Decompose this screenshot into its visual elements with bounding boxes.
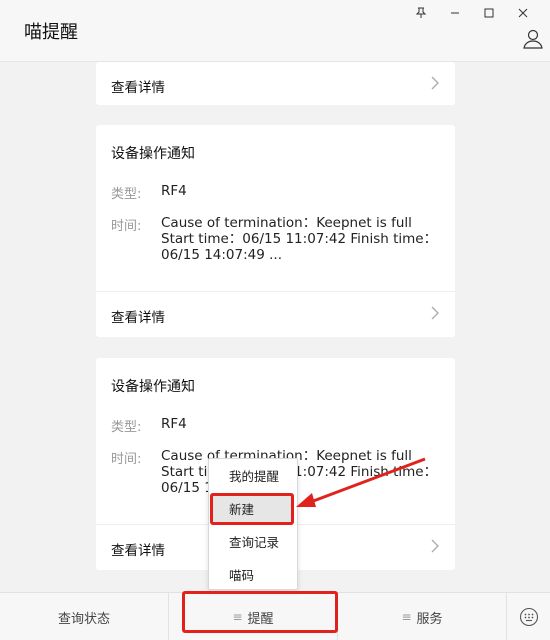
chevron-right-icon	[431, 76, 439, 90]
nav-query-status[interactable]: 查询状态	[0, 593, 168, 640]
view-details-link[interactable]: 查看详情	[96, 292, 455, 336]
pin-icon[interactable]	[404, 4, 438, 22]
bottom-nav: 查询状态 ≡ 提醒 ≡ 服务	[0, 592, 550, 640]
type-label: 类型:	[111, 420, 142, 435]
time-line: Cause of termination：Keepnet is full	[161, 215, 412, 231]
user-icon[interactable]	[522, 28, 544, 50]
time-value: Cause of termination：Keepnet is full Sta…	[161, 215, 451, 263]
keyboard-icon	[519, 607, 538, 627]
nav-remind-label: 提醒	[247, 611, 274, 627]
view-details-label: 查看详情	[111, 543, 165, 559]
card-title: 设备操作通知	[111, 146, 195, 162]
keyboard-toggle-button[interactable]	[507, 593, 550, 640]
time-line: 06/15 14:07:49 ...	[161, 247, 282, 263]
remind-popup-menu: 我的提醒 新建 查询记录 喵码	[208, 458, 298, 590]
card-title: 设备操作通知	[111, 379, 195, 395]
chevron-right-icon	[431, 539, 439, 553]
menu-icon: ≡	[232, 610, 243, 624]
type-label: 类型:	[111, 187, 142, 202]
time-label: 时间:	[111, 219, 142, 234]
menu-item-new[interactable]: 新建	[213, 496, 293, 524]
menu-item-query-records[interactable]: 查询记录	[213, 529, 293, 557]
time-line: Cause of termination：Keepnet is full	[161, 448, 412, 464]
minimize-icon[interactable]	[438, 4, 472, 22]
nav-query-status-label: 查询状态	[57, 611, 110, 627]
view-details-label: 查看详情	[111, 80, 165, 96]
menu-item-miao-code[interactable]: 喵码	[213, 562, 293, 590]
type-value: RF4	[161, 416, 187, 432]
close-icon[interactable]	[506, 4, 540, 22]
type-value: RF4	[161, 183, 187, 199]
time-line: 06/15 14:07:49 ...	[161, 480, 282, 496]
time-label: 时间:	[111, 452, 142, 467]
time-value: Cause of termination：Keepnet is full Sta…	[161, 448, 451, 496]
nav-service[interactable]: ≡ 服务	[338, 593, 506, 640]
time-line: Start time：06/15 11:07:42 Finish time：	[161, 231, 438, 247]
window-controls	[404, 4, 540, 22]
time-line: Start time：06/15 11:07:42 Finish time：	[161, 464, 438, 480]
title-bar: 喵提醒	[0, 0, 550, 62]
maximize-icon[interactable]	[472, 4, 506, 22]
notification-card: 设备操作通知 类型: RF4 时间: Cause of termination：…	[96, 125, 455, 337]
view-details-label: 查看详情	[111, 310, 165, 326]
view-details-link[interactable]: 查看详情	[96, 62, 455, 106]
app-title: 喵提醒	[24, 22, 78, 43]
notification-card: 查看详情	[96, 62, 455, 105]
menu-icon: ≡	[401, 610, 412, 624]
menu-item-my-reminders[interactable]: 我的提醒	[213, 463, 293, 491]
nav-remind[interactable]: ≡ 提醒	[169, 593, 337, 640]
nav-service-label: 服务	[416, 611, 443, 627]
chevron-right-icon	[431, 306, 439, 320]
